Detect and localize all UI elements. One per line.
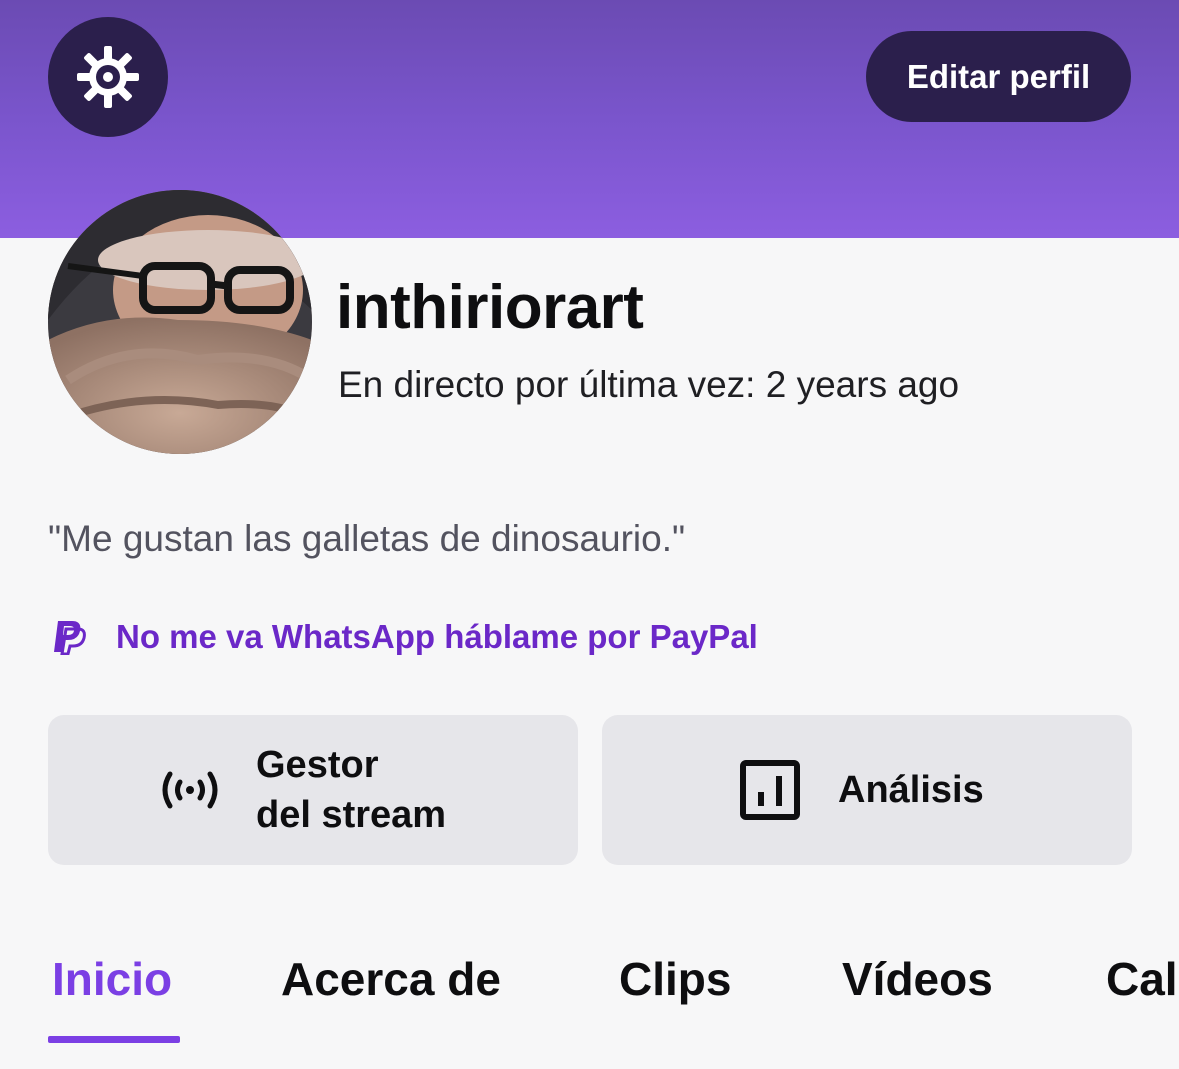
profile-tabs: Inicio Acerca de Clips Vídeos Cal: [0, 940, 1179, 1050]
tab-calendar[interactable]: Cal: [1106, 952, 1178, 1006]
tab-videos[interactable]: Vídeos: [842, 952, 993, 1006]
social-link-paypal[interactable]: No me va WhatsApp háblame por PayPal: [52, 618, 758, 656]
stream-manager-label-line2: del stream: [256, 794, 447, 836]
avatar[interactable]: [48, 190, 312, 454]
settings-button[interactable]: [48, 17, 168, 137]
analytics-label: Análisis: [838, 769, 984, 811]
edit-profile-button[interactable]: Editar perfil: [866, 31, 1131, 122]
paypal-icon: [54, 621, 86, 655]
username: inthiriorart: [336, 273, 644, 342]
tab-clips[interactable]: Clips: [619, 952, 731, 1006]
bar-chart-icon: [740, 760, 800, 820]
tab-inicio[interactable]: Inicio: [52, 952, 172, 1006]
stream-manager-label: Gestor del stream: [256, 740, 446, 840]
stream-manager-button[interactable]: Gestor del stream: [48, 715, 578, 865]
paypal-link-text[interactable]: No me va WhatsApp háblame por PayPal: [116, 618, 758, 656]
profile-bio: "Me gustan las galletas de dinosaurio.": [48, 518, 686, 559]
tab-acerca-de[interactable]: Acerca de: [281, 952, 501, 1006]
broadcast-icon: [162, 771, 218, 809]
active-tab-indicator: [48, 1036, 180, 1043]
analytics-button[interactable]: Análisis: [602, 715, 1132, 865]
gear-icon: [77, 46, 139, 108]
last-live-status: En directo por última vez: 2 years ago: [338, 364, 960, 405]
stream-manager-label-line1: Gestor: [256, 744, 379, 786]
